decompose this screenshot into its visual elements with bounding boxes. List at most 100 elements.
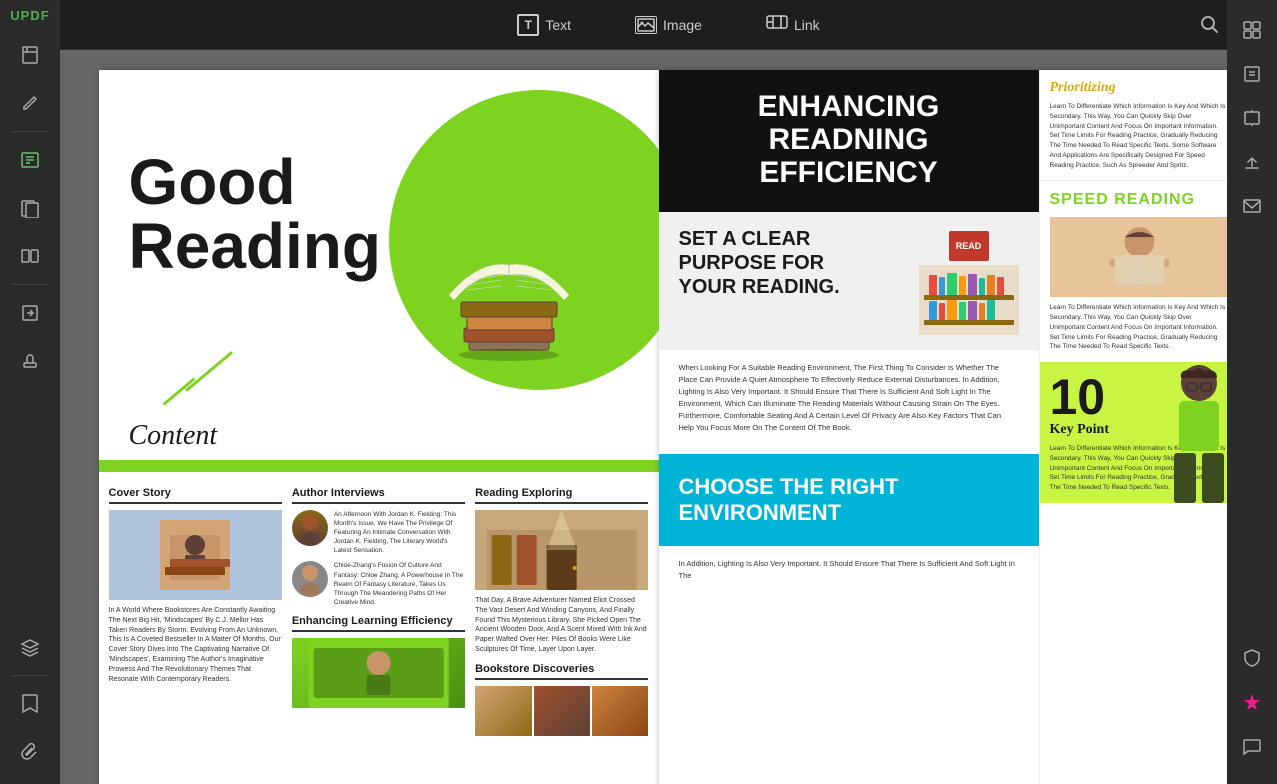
- text-tool-icon: T: [517, 14, 539, 36]
- app-name: UPDF: [10, 8, 49, 23]
- enhancing-title-3: EFFICIENCY: [679, 156, 1019, 189]
- link-tool-icon: [766, 13, 788, 36]
- sidebar-icon-bookmark[interactable]: [8, 33, 52, 77]
- reading-exploring-section: Reading Exploring: [475, 487, 648, 736]
- sidebar-divider-1: [12, 131, 48, 132]
- sidebar-icon-bookmark2[interactable]: [8, 682, 52, 726]
- cover-story-text: In A World Where Bookstores Are Constant…: [109, 606, 282, 684]
- set-clear-title-2: PURPOSE FOR: [679, 251, 840, 275]
- right-page-sidebar: Prioritizing Learn To Differentiate Whic…: [1039, 70, 1239, 784]
- choose-env-section: CHOOSE THE RIGHT ENVIRONMENT: [659, 454, 1039, 546]
- set-clear-title-3: YOUR READING.: [679, 275, 840, 299]
- book-illustration: [409, 240, 629, 460]
- good-reading-title: Good Reading: [129, 150, 381, 278]
- right-icon-chat[interactable]: [1232, 726, 1272, 766]
- sidebar-icon-compare[interactable]: [8, 234, 52, 278]
- right-icon-upload[interactable]: [1232, 142, 1272, 182]
- cover-story-image: [109, 510, 282, 600]
- left-sidebar: UPDF: [0, 0, 60, 784]
- diag-line-1: [185, 351, 233, 392]
- text-tool[interactable]: T Text: [505, 8, 583, 42]
- document-pages: Good Reading: [99, 70, 1239, 784]
- reading-text: Reading: [129, 214, 381, 278]
- speed-reading-text: Learn To Differentiate Which Information…: [1050, 303, 1229, 352]
- speed-reading-title: SPEED READING: [1050, 191, 1229, 209]
- sidebar-divider-3: [12, 675, 48, 676]
- search-button[interactable]: [1199, 14, 1219, 39]
- canvas-area: Good Reading: [60, 50, 1277, 784]
- bookstore-img-2: [534, 686, 590, 736]
- lower-columns: Cover Story: [99, 472, 659, 751]
- right-icon-ocr[interactable]: [1232, 54, 1272, 94]
- ten-key-box: 10 Key Point Learn To Differentiate Whic…: [1040, 362, 1239, 503]
- bookstore-img-1: [475, 686, 531, 736]
- sidebar-icon-pages[interactable]: [8, 186, 52, 230]
- author-row-1: An Afternoon With Jordan K. Fielding: Th…: [292, 510, 465, 555]
- sidebar-icon-extract[interactable]: [8, 291, 52, 335]
- body-text-2: In Addition, Lighting Is Also Very Impor…: [659, 546, 1039, 594]
- link-tool-label: Link: [794, 17, 820, 33]
- page-viewer[interactable]: Good Reading: [60, 50, 1277, 784]
- right-icon-protect[interactable]: [1232, 638, 1272, 678]
- image-tool-icon: [635, 16, 657, 34]
- enhancing-learning-title: Enhancing Learning Efficiency: [292, 615, 465, 632]
- link-tool[interactable]: Link: [754, 7, 832, 42]
- enhancing-title-1: ENHANCING: [679, 90, 1019, 123]
- speed-reading-box: SPEED READING: [1040, 180, 1239, 362]
- sidebar-icon-stamp[interactable]: [8, 339, 52, 383]
- prioritizing-box: Prioritizing Learn To Differentiate Whic…: [1040, 70, 1239, 180]
- good-text: Good: [129, 150, 381, 214]
- reading-exploring-title: Reading Exploring: [475, 487, 648, 504]
- right-icon-mail[interactable]: [1232, 186, 1272, 226]
- main-content: T Text Image Link: [60, 0, 1277, 784]
- right-icon-star[interactable]: [1232, 682, 1272, 722]
- bookshelf-illus: [919, 265, 1019, 335]
- read-badge: READ: [949, 231, 989, 261]
- set-clear-title-1: SET A CLEAR: [679, 227, 840, 251]
- cover-story-title: Cover Story: [109, 487, 282, 504]
- prioritizing-title: Prioritizing: [1050, 80, 1229, 96]
- enhancing-title-2: READNING: [679, 123, 1019, 156]
- black-separator: [659, 204, 1039, 212]
- right-doc-page: ENHANCING READNING EFFICIENCY SET A CLEA…: [659, 70, 1239, 784]
- bookstore-grid: [475, 686, 648, 736]
- prioritizing-text: Learn To Differentiate Which Information…: [1050, 102, 1229, 170]
- author-interviews-section: Author Interviews An Afternoon With Jor: [292, 487, 465, 736]
- set-clear-section: SET A CLEAR PURPOSE FOR YOUR READING. RE…: [659, 212, 1039, 350]
- diag-line-2: [162, 377, 195, 405]
- sidebar-icon-attachment[interactable]: [8, 730, 52, 774]
- body-text-1: When Looking For A Suitable Reading Envi…: [659, 350, 1039, 446]
- author-text-2: Chloe-Zhang's Fusion Of Culture And Fant…: [334, 561, 465, 606]
- author-row-2: Chloe-Zhang's Fusion Of Culture And Fant…: [292, 561, 465, 606]
- right-icon-flatten[interactable]: [1232, 98, 1272, 138]
- left-doc-page: Good Reading: [99, 70, 659, 784]
- author-avatar-2: [292, 561, 328, 597]
- enhancing-learning-img: [292, 638, 465, 708]
- text-tool-label: Text: [545, 17, 571, 33]
- image-tool[interactable]: Image: [623, 10, 714, 40]
- author-avatar-1: [292, 510, 328, 546]
- speed-reading-img: [1050, 217, 1229, 297]
- author-interviews-title: Author Interviews: [292, 487, 465, 504]
- sidebar-icon-text-edit[interactable]: [8, 138, 52, 182]
- right-sidebar: [1227, 0, 1277, 784]
- right-icon-grid[interactable]: [1232, 10, 1272, 50]
- app-logo: UPDF: [0, 0, 60, 31]
- explore-text: That Day, A Brave Adventurer Named Eliot…: [475, 596, 648, 655]
- choose-env-title-2: ENVIRONMENT: [679, 500, 1019, 526]
- enhancing-header: ENHANCING READNING EFFICIENCY: [659, 70, 1039, 204]
- green-bar: [99, 460, 659, 472]
- explore-image: [475, 510, 648, 590]
- sidebar-divider-2: [12, 284, 48, 285]
- content-label: Content: [129, 420, 218, 452]
- author-text-1: An Afternoon With Jordan K. Fielding: Th…: [334, 510, 465, 555]
- bookstore-img-3: [592, 686, 648, 736]
- toolbar: T Text Image Link: [60, 0, 1277, 50]
- cover-story-section: Cover Story: [109, 487, 282, 736]
- choose-env-title-1: CHOOSE THE RIGHT: [679, 474, 1019, 500]
- right-main-content: ENHANCING READNING EFFICIENCY SET A CLEA…: [659, 70, 1039, 784]
- sidebar-icon-edit[interactable]: [8, 81, 52, 125]
- sidebar-icon-layers[interactable]: [8, 625, 52, 669]
- bookstore-discoveries-title: Bookstore Discoveries: [475, 663, 648, 680]
- image-tool-label: Image: [663, 17, 702, 33]
